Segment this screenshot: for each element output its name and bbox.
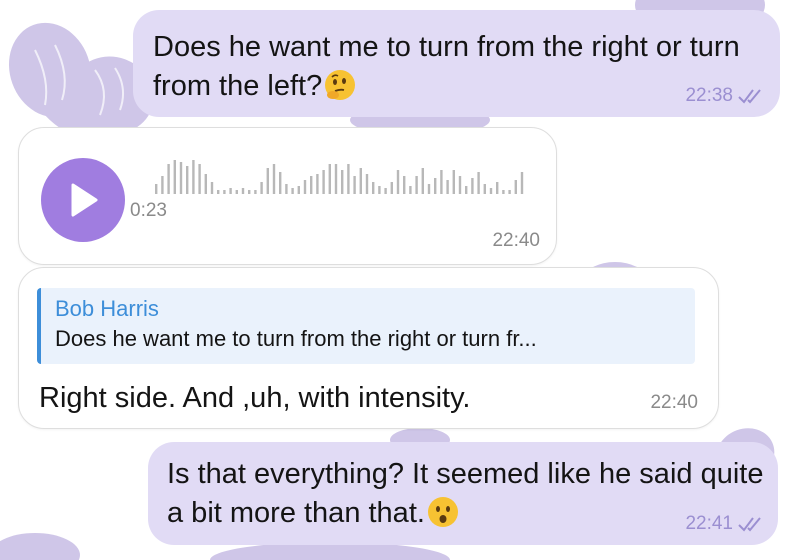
waveform-bar: [520, 172, 524, 194]
message-meta: 22:40: [650, 392, 698, 414]
hushed-face-emoji-icon: [427, 496, 459, 539]
waveform-bar: [409, 186, 412, 194]
waveform-bar: [384, 188, 387, 194]
waveform-bar: [279, 172, 282, 194]
waveform-bar: [173, 160, 176, 194]
message-time: 22:41: [685, 513, 733, 534]
waveform-bar: [347, 164, 350, 194]
waveform-bar: [297, 186, 300, 194]
waveform-bar: [477, 172, 480, 194]
waveform-bar: [396, 170, 400, 194]
waveform-bar: [378, 186, 381, 194]
message-meta: 22:38: [685, 85, 764, 107]
thinking-face-emoji-icon: [324, 69, 356, 112]
message-time: 22:40: [492, 230, 540, 251]
waveform-bar: [341, 170, 344, 194]
message-text: Right side. And ,uh, with intensity.: [39, 382, 471, 414]
waveform-bar: [198, 164, 201, 194]
waveform-bar: [489, 188, 493, 194]
double-check-icon: [738, 517, 761, 532]
waveform-bar: [285, 184, 288, 194]
waveform-bar: [155, 184, 158, 194]
waveform-bar: [452, 170, 455, 194]
double-check-icon: [738, 89, 761, 104]
waveform-bar: [359, 168, 362, 194]
waveform-bar: [235, 190, 238, 194]
message-meta: 22:40: [492, 230, 540, 252]
waveform-bar: [421, 168, 424, 194]
voice-duration: 0:23: [130, 200, 167, 221]
message-time: 22:40: [650, 392, 698, 413]
waveform-bar: [310, 176, 313, 194]
waveform-bar: [266, 168, 269, 194]
waveform-bar: [223, 190, 226, 194]
waveform-bar: [328, 164, 331, 194]
voice-message-bubble[interactable]: 0:23 22:40: [18, 127, 557, 265]
waveform-bar: [161, 176, 164, 194]
waveform-bar: [502, 190, 505, 194]
message-meta: 22:41: [685, 513, 764, 535]
waveform-bar: [210, 182, 214, 194]
play-button[interactable]: [41, 158, 125, 242]
waveform-bar: [372, 182, 375, 194]
waveform-bar: [514, 180, 517, 194]
waveform-bar: [248, 190, 251, 194]
reply-quoted-text: Does he want me to turn from the right o…: [55, 326, 537, 351]
message-bubble-outgoing[interactable]: Does he want me to turn from the right o…: [133, 10, 780, 117]
waveform-bar: [179, 162, 183, 194]
reply-quote[interactable]: Bob Harris Does he want me to turn from …: [37, 288, 695, 364]
waveform-bar: [241, 188, 245, 194]
waveform-bar: [434, 178, 437, 194]
waveform-bar: [415, 176, 418, 194]
waveform-bar: [508, 190, 511, 194]
waveform-bar: [446, 180, 449, 194]
waveform-bar: [254, 190, 257, 194]
waveform-bar: [365, 174, 369, 194]
audio-waveform[interactable]: [153, 158, 533, 194]
message-text: Is that everything? It seemed like he sa…: [167, 455, 767, 539]
waveform-bar: [440, 170, 443, 194]
message-time: 22:38: [685, 85, 733, 106]
waveform-bar: [260, 182, 263, 194]
waveform-bar: [334, 164, 338, 194]
waveform-bar: [229, 188, 232, 194]
waveform-bar: [496, 182, 499, 194]
message-bubble-incoming-reply[interactable]: Bob Harris Does he want me to turn from …: [18, 267, 719, 429]
waveform-bar: [390, 182, 393, 194]
waveform-bar: [316, 174, 319, 194]
waveform-bar: [272, 164, 276, 194]
waveform-bar: [353, 176, 356, 194]
waveform-bar: [458, 176, 462, 194]
waveform-bar: [204, 174, 207, 194]
message-text: Does he want me to turn from the right o…: [153, 28, 753, 112]
waveform-bar: [291, 188, 294, 194]
reply-sender-name: Bob Harris: [55, 296, 159, 321]
waveform-bar: [403, 176, 406, 194]
waveform-bar: [471, 178, 474, 194]
play-icon: [71, 183, 98, 217]
waveform-bar: [465, 186, 468, 194]
waveform-bar: [303, 180, 307, 194]
waveform-bar: [483, 184, 486, 194]
waveform-bar: [186, 166, 189, 194]
waveform-bar: [322, 170, 325, 194]
message-bubble-outgoing[interactable]: Is that everything? It seemed like he sa…: [148, 442, 778, 545]
waveform-bar: [167, 164, 170, 194]
waveform-bar: [427, 184, 431, 194]
waveform-bar: [217, 190, 220, 194]
waveform-bar: [192, 160, 195, 194]
